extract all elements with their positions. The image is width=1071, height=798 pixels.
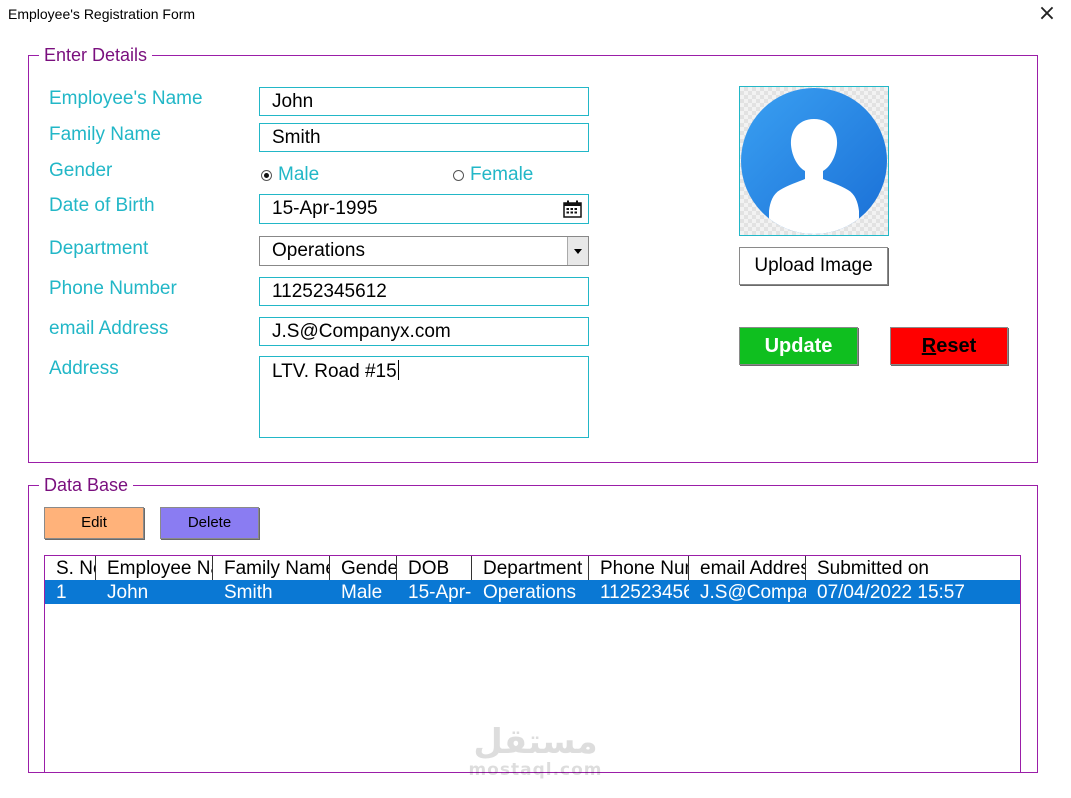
email-input[interactable]: J.S@Companyx.com (259, 317, 589, 346)
reset-button[interactable]: Reset (890, 327, 1008, 365)
gender-female-radio[interactable]: Female (453, 164, 533, 186)
upload-image-button[interactable]: Upload Image (739, 247, 888, 285)
phone-label: Phone Number (49, 278, 177, 299)
family-name-label: Family Name (49, 124, 161, 145)
chevron-down-icon (574, 248, 582, 254)
cell-department: Operations (483, 582, 576, 603)
dob-input[interactable]: 15-Apr-1995 (259, 194, 589, 224)
phone-input[interactable]: 11252345612 (259, 277, 589, 306)
user-avatar-icon (741, 88, 887, 234)
cell-employee-name: John (107, 582, 149, 603)
email-label: email Address (49, 318, 169, 339)
column-header-email[interactable]: email Address (689, 556, 806, 580)
radio-selected-icon (261, 169, 272, 181)
cell-email: J.S@Companyx.com (700, 582, 806, 603)
radio-unselected-icon (453, 169, 464, 181)
dob-label: Date of Birth (49, 195, 155, 216)
reset-button-label: eset (936, 335, 977, 357)
column-header-dob[interactable]: DOB (397, 556, 472, 580)
employee-name-label: Employee's Name (49, 88, 203, 109)
update-button[interactable]: Update (739, 327, 858, 365)
enter-details-caption: Enter Details (39, 45, 153, 66)
window-title: Employee's Registration Form (8, 6, 196, 22)
database-caption: Data Base (39, 475, 134, 496)
gender-female-label: Female (470, 164, 534, 185)
department-label: Department (49, 238, 149, 259)
text-cursor (397, 360, 399, 380)
registration-form-window: Employee's Registration Form × Enter Det… (0, 0, 1071, 798)
address-textarea[interactable]: LTV. Road #15 (259, 356, 589, 438)
department-select[interactable]: Operations (259, 236, 589, 266)
column-header-department[interactable]: Department (472, 556, 589, 580)
list-header: S. No Employee Name Family Name Gender D… (45, 556, 1020, 581)
column-header-employee-name[interactable]: Employee Name (96, 556, 213, 580)
reset-accelerator-key: R (921, 335, 937, 357)
title-bar: Employee's Registration Form × (0, 0, 1071, 30)
employee-photo (739, 86, 889, 236)
edit-button[interactable]: Edit (44, 507, 144, 539)
column-header-submitted-on[interactable]: Submitted on (806, 556, 1020, 580)
column-header-gender[interactable]: Gender (330, 556, 397, 580)
employee-records-list[interactable]: S. No Employee Name Family Name Gender D… (44, 555, 1021, 773)
cell-dob: 15-Apr-1995 (408, 582, 472, 603)
address-value: LTV. Road #15 (272, 361, 397, 382)
close-icon[interactable]: × (1030, 0, 1064, 30)
employee-name-input[interactable]: John (259, 87, 589, 116)
cell-phone: 11252345612 (600, 582, 689, 603)
cell-submitted-on: 07/04/2022 15:57 (817, 582, 965, 603)
address-label: Address (49, 358, 119, 379)
gender-label: Gender (49, 160, 113, 181)
department-value: Operations (272, 240, 365, 261)
column-header-sno[interactable]: S. No (45, 556, 96, 580)
cell-sno: 1 (56, 582, 67, 603)
cell-family-name: Smith (224, 582, 273, 603)
delete-button[interactable]: Delete (160, 507, 259, 539)
column-header-phone[interactable]: Phone Number (589, 556, 689, 580)
calendar-icon[interactable] (563, 200, 582, 218)
dropdown-button[interactable] (567, 237, 588, 265)
list-row[interactable]: 1 John Smith Male 15-Apr-1995 Operations… (45, 580, 1020, 604)
cell-gender: Male (341, 582, 383, 603)
family-name-input[interactable]: Smith (259, 123, 589, 152)
gender-male-radio[interactable]: Male (261, 164, 319, 186)
gender-male-label: Male (278, 164, 320, 185)
dob-value: 15-Apr-1995 (272, 198, 378, 219)
column-header-family-name[interactable]: Family Name (213, 556, 330, 580)
